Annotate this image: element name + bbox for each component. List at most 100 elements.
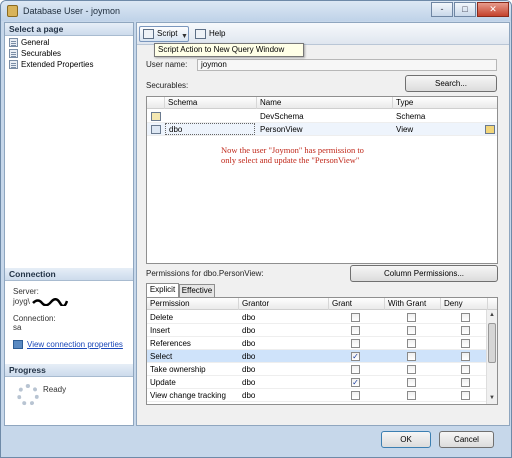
grant-checkbox[interactable]: ✓ [351, 352, 360, 361]
grant-checkbox[interactable] [351, 365, 360, 374]
col-grant[interactable]: Grant [329, 298, 385, 310]
permissions-scrollbar[interactable]: ▲ ▼ [486, 310, 497, 404]
col-grantor[interactable]: Grantor [239, 298, 329, 310]
grantor-value: dbo [242, 378, 256, 387]
with-grant-checkbox[interactable] [407, 339, 416, 348]
redaction-scribble [32, 297, 69, 308]
permission-name: Update [150, 378, 176, 387]
grant-checkbox[interactable] [351, 339, 360, 348]
permission-name: View change tracking [150, 391, 226, 400]
securables-table[interactable]: Schema Name Type DevSchema Schema dbo Pe… [146, 96, 498, 264]
left-pane: Select a page General Securables Extende… [4, 22, 134, 426]
table-row[interactable]: Update dbo ✓ [147, 376, 497, 389]
col-deny[interactable]: Deny [441, 298, 488, 310]
minimize-button[interactable]: - [431, 2, 453, 17]
title-bar[interactable]: Database User - joymon - □ ✕ [1, 1, 511, 21]
page-securables[interactable]: Securables [9, 48, 61, 59]
grantor-value: dbo [242, 339, 256, 348]
with-grant-checkbox[interactable] [407, 326, 416, 335]
column-permissions-button[interactable]: Column Permissions... [350, 265, 498, 282]
with-grant-checkbox[interactable] [407, 391, 416, 400]
script-icon [143, 29, 154, 39]
dialog-footer: OK Cancel [1, 427, 511, 457]
dialog-window: Database User - joymon - □ ✕ Select a pa… [0, 0, 512, 458]
view-connection-properties-link[interactable]: View connection properties [27, 340, 123, 349]
server-value-text: joyg\ [13, 297, 30, 306]
grantor-value: dbo [242, 313, 256, 322]
col-permission[interactable]: Permission [147, 298, 239, 310]
progress-status: Ready [43, 385, 67, 394]
page-icon [9, 49, 18, 58]
page-extended-properties[interactable]: Extended Properties [9, 59, 94, 70]
table-row[interactable]: View change tracking dbo [147, 389, 497, 402]
deny-checkbox[interactable] [461, 326, 470, 335]
table-row[interactable]: Select dbo ✓ [147, 350, 497, 363]
ok-button[interactable]: OK [381, 431, 431, 448]
table-row[interactable]: Insert dbo [147, 324, 497, 337]
grant-checkbox[interactable] [351, 326, 360, 335]
connection-label: Connection: [13, 314, 56, 323]
help-icon [195, 29, 206, 39]
deny-checkbox[interactable] [461, 352, 470, 361]
user-name-label: User name: [146, 60, 188, 69]
col-schema[interactable]: Schema [165, 97, 257, 109]
server-label: Server: [13, 287, 39, 296]
with-grant-checkbox[interactable] [407, 352, 416, 361]
progress-header: Progress [5, 364, 133, 377]
grant-checkbox[interactable] [351, 313, 360, 322]
help-button[interactable]: Help [191, 26, 233, 42]
grantor-value: dbo [242, 326, 256, 335]
with-grant-checkbox[interactable] [407, 378, 416, 387]
col-with-grant[interactable]: With Grant [385, 298, 441, 310]
table-row[interactable]: References dbo [147, 337, 497, 350]
table-row[interactable]: DevSchema Schema [147, 110, 497, 123]
cancel-button[interactable]: Cancel [439, 431, 494, 448]
close-button[interactable]: ✕ [477, 2, 509, 17]
tab-explicit[interactable]: Explicit [146, 283, 179, 297]
page-securables-label: Securables [21, 49, 62, 58]
page-general-label: General [21, 38, 50, 47]
col-type[interactable]: Type [393, 97, 497, 109]
annotation-note: Now the user "Joymon" has permission to … [221, 145, 364, 165]
table-row[interactable]: Take ownership dbo [147, 363, 497, 376]
with-grant-checkbox[interactable] [407, 313, 416, 322]
permission-name: Select [150, 352, 173, 361]
table-row[interactable]: Delete dbo [147, 311, 497, 324]
deny-checkbox[interactable] [461, 391, 470, 400]
chevron-down-icon[interactable]: ▼ [181, 30, 188, 44]
scroll-thumb[interactable] [488, 323, 496, 363]
deny-checkbox[interactable] [461, 313, 470, 322]
tab-effective[interactable]: Effective [179, 284, 215, 297]
toolbar: Script ▼ Help [137, 23, 509, 45]
script-label: Script [157, 29, 178, 38]
script-button[interactable]: Script ▼ [139, 26, 189, 42]
page-icon [9, 38, 18, 47]
help-label: Help [209, 29, 226, 38]
grant-checkbox[interactable]: ✓ [351, 378, 360, 387]
deny-checkbox[interactable] [461, 365, 470, 374]
connection-value: sa [13, 323, 22, 332]
scroll-down-icon[interactable]: ▼ [487, 393, 497, 404]
scroll-up-icon[interactable]: ▲ [487, 310, 497, 321]
grantor-value: dbo [242, 352, 256, 361]
page-general[interactable]: General [9, 37, 49, 48]
permission-name: Insert [150, 326, 171, 335]
securables-table-header: Schema Name Type [147, 97, 497, 109]
col-name[interactable]: Name [257, 97, 393, 109]
table-row[interactable]: dbo PersonView View [147, 123, 497, 136]
search-button[interactable]: Search... [405, 75, 497, 92]
maximize-button[interactable]: □ [454, 2, 476, 17]
edit-icon[interactable] [485, 125, 495, 134]
deny-checkbox[interactable] [461, 339, 470, 348]
progress-spinner-icon [17, 384, 39, 406]
right-pane: Script ▼ Help User name: joymon Securabl… [136, 22, 510, 426]
connection-header: Connection [5, 268, 133, 281]
user-name-field[interactable]: joymon [197, 59, 497, 71]
with-grant-checkbox[interactable] [407, 365, 416, 374]
permissions-table[interactable]: Permission Grantor Grant With Grant Deny… [146, 297, 498, 405]
permissions-table-header: Permission Grantor Grant With Grant Deny [147, 298, 497, 310]
page-icon [9, 60, 18, 69]
database-icon [7, 5, 18, 17]
deny-checkbox[interactable] [461, 378, 470, 387]
grant-checkbox[interactable] [351, 391, 360, 400]
